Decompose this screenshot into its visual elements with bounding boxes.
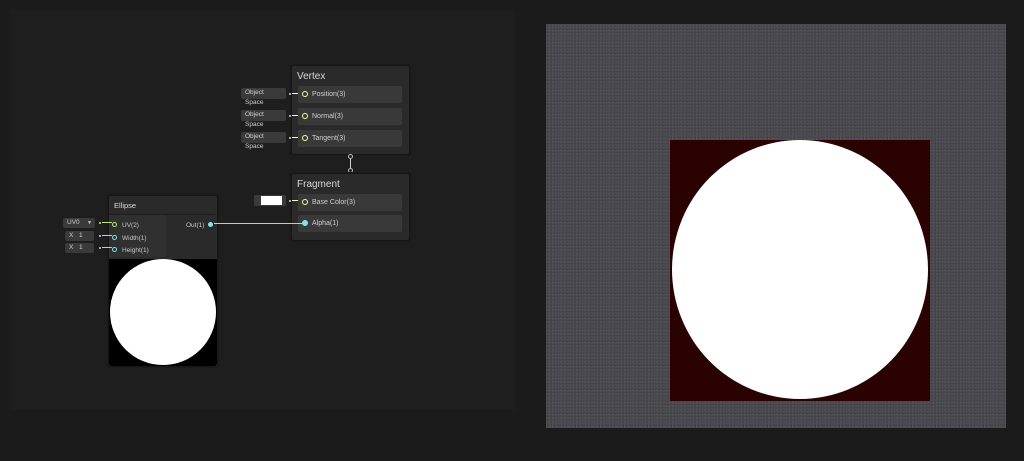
height-port-icon[interactable]: [112, 247, 117, 252]
vertex-title: Vertex: [297, 71, 326, 82]
width-value: 1: [79, 232, 83, 239]
ellipse-title: Ellipse: [114, 201, 137, 210]
uv-channel-dropdown[interactable]: UV0 ▼: [63, 218, 95, 228]
height-axis-label: X: [69, 244, 74, 251]
base-color-label: Base Color(3): [312, 199, 356, 206]
out-port-icon[interactable]: [208, 222, 213, 227]
chevron-down-icon: ▼: [87, 220, 92, 226]
normal-port-icon[interactable]: [302, 113, 308, 119]
tangent-label: Tangent(3): [312, 135, 346, 142]
preview-viewport[interactable]: [546, 24, 1006, 428]
position-space-field[interactable]: Object Space: [241, 88, 286, 106]
fragment-context[interactable]: Fragment Base Color(3) Alpha(1): [291, 173, 410, 241]
alpha-port-icon[interactable]: [302, 220, 308, 226]
ellipse-preview: [109, 259, 217, 366]
alpha-label: Alpha(1): [312, 220, 339, 227]
fragment-title: Fragment: [297, 179, 340, 190]
preview-circle: [672, 140, 928, 399]
base-color-swatch[interactable]: [261, 196, 282, 205]
connector-dot: [99, 247, 101, 249]
normal-wire: [292, 115, 298, 116]
vertex-context[interactable]: Vertex Position(3) Normal(3) Tangent(3): [291, 65, 410, 155]
connector-dot: [289, 93, 291, 95]
base-color-wire: [292, 200, 298, 201]
edge-out-to-alpha[interactable]: [214, 223, 302, 224]
width-wire: [102, 235, 112, 236]
connector-dot: [289, 200, 291, 202]
width-label: Width(1): [122, 235, 147, 242]
normal-space-field[interactable]: Object Space: [241, 110, 286, 128]
uv-wire: [102, 222, 112, 223]
out-label: Out(1): [186, 222, 205, 229]
flow-link-line: [350, 159, 351, 168]
uv-port-icon[interactable]: [112, 222, 117, 227]
base-color-field[interactable]: [254, 195, 286, 206]
vertex-slot-position[interactable]: Position(3): [298, 86, 402, 103]
tangent-wire: [292, 137, 298, 138]
height-field[interactable]: X 1: [65, 243, 94, 253]
height-wire: [102, 247, 112, 248]
uv-label: UV(2): [122, 222, 139, 229]
connector-dot: [289, 115, 291, 117]
tangent-space-field[interactable]: Object Space: [241, 132, 286, 150]
graph-area[interactable]: [10, 10, 515, 410]
tangent-port-icon[interactable]: [302, 135, 308, 141]
connector-dot: [99, 222, 101, 224]
normal-label: Normal(3): [312, 113, 344, 120]
position-label: Position(3): [312, 91, 346, 98]
height-label: Height(1): [122, 247, 149, 254]
ellipse-node[interactable]: Ellipse UV(2) Width(1) Height(1) Out(1): [108, 195, 218, 367]
width-axis-label: X: [69, 232, 74, 239]
fragment-slot-base-color[interactable]: Base Color(3): [298, 194, 402, 211]
position-wire: [292, 93, 298, 94]
uv-channel-value: UV0: [67, 219, 80, 226]
preview-square: [670, 140, 930, 401]
height-value: 1: [79, 244, 83, 251]
connector-dot: [289, 137, 291, 139]
base-color-port-icon[interactable]: [302, 199, 308, 205]
vertex-slot-tangent[interactable]: Tangent(3): [298, 130, 402, 147]
fragment-slot-alpha[interactable]: Alpha(1): [298, 215, 402, 232]
width-field[interactable]: X 1: [65, 231, 94, 241]
connector-dot: [99, 235, 101, 237]
vertex-slot-normal[interactable]: Normal(3): [298, 108, 402, 125]
ellipse-preview-circle: [110, 259, 216, 365]
position-port-icon[interactable]: [302, 91, 308, 97]
width-port-icon[interactable]: [112, 235, 117, 240]
